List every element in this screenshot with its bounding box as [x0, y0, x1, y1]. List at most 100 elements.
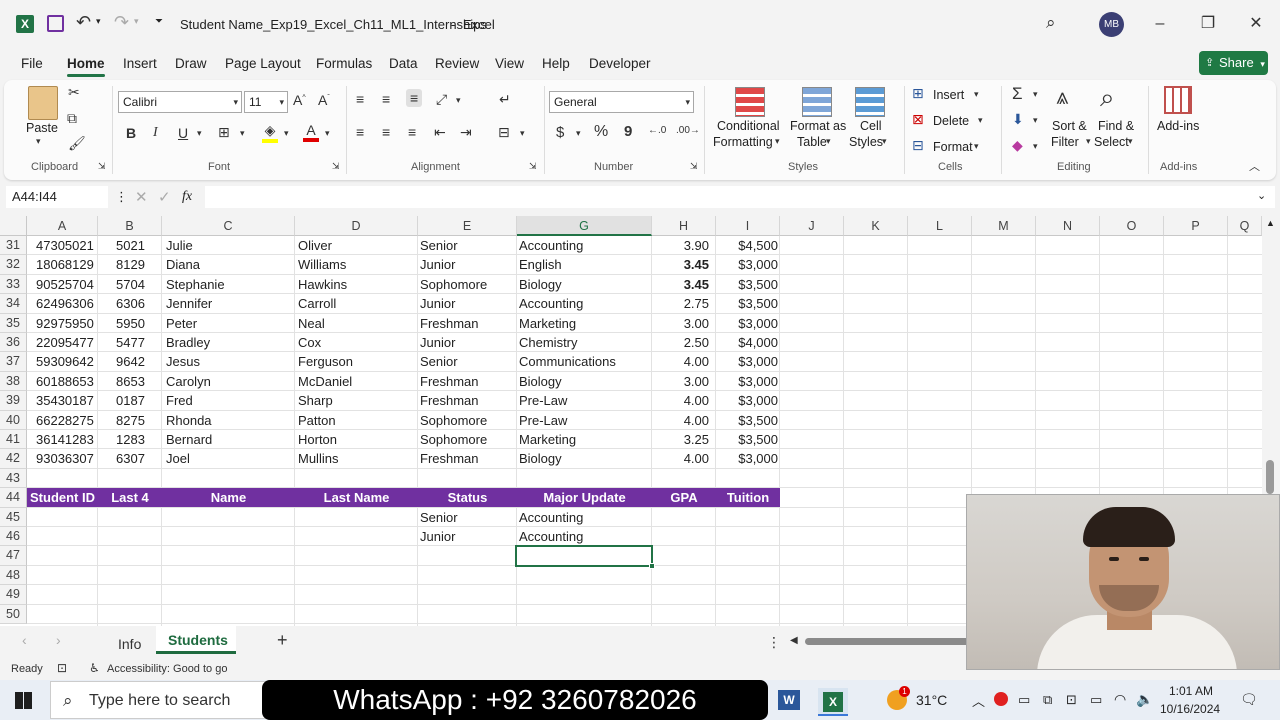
- select-all-corner[interactable]: [0, 216, 27, 236]
- table-cell[interactable]: 62496306: [36, 294, 94, 313]
- customize-toolbar-icon[interactable]: ⏷: [155, 16, 163, 27]
- table-cell[interactable]: 8275: [116, 411, 156, 430]
- volume-icon[interactable]: 🔈: [1136, 691, 1153, 708]
- table-cell[interactable]: $3,000: [716, 449, 778, 468]
- sheet-options-icon[interactable]: ⋮: [767, 634, 781, 651]
- table-cell[interactable]: Freshman: [420, 314, 515, 333]
- table-cell[interactable]: Fred: [166, 391, 291, 410]
- criteria-cell[interactable]: Junior: [420, 527, 515, 546]
- conditional-formatting-label-2[interactable]: Formatting: [713, 135, 773, 149]
- user-avatar[interactable]: MB: [1099, 12, 1124, 37]
- table-cell[interactable]: Rhonda: [166, 411, 291, 430]
- table-cell[interactable]: $3,500: [716, 411, 778, 430]
- table-cell[interactable]: $3,500: [716, 430, 778, 449]
- orientation-dropdown-icon[interactable]: ▾: [456, 95, 461, 106]
- criteria-header-cell[interactable]: Major Update: [517, 488, 652, 507]
- table-cell[interactable]: 59309642: [36, 352, 94, 371]
- table-cell[interactable]: $4,000: [716, 333, 778, 352]
- row-header[interactable]: 42: [0, 449, 27, 469]
- table-cell[interactable]: 2.75: [652, 294, 709, 313]
- tab-home[interactable]: Home: [67, 56, 105, 77]
- table-cell[interactable]: Biology: [519, 372, 649, 391]
- cell-styles-icon[interactable]: [855, 87, 885, 117]
- table-cell[interactable]: Sophomore: [420, 411, 515, 430]
- wrap-text-icon[interactable]: ↵: [499, 91, 511, 108]
- font-color-icon[interactable]: A: [303, 122, 319, 142]
- underline-button[interactable]: U: [178, 125, 188, 141]
- table-cell[interactable]: Marketing: [519, 314, 649, 333]
- table-cell[interactable]: 36141283: [36, 430, 94, 449]
- table-cell[interactable]: 22095477: [36, 333, 94, 352]
- table-cell[interactable]: McDaniel: [298, 372, 413, 391]
- autosum-icon[interactable]: Σ: [1012, 84, 1023, 104]
- column-header-c[interactable]: C: [162, 216, 295, 236]
- table-cell[interactable]: Bernard: [166, 430, 291, 449]
- table-cell[interactable]: Accounting: [519, 294, 649, 313]
- tab-draw[interactable]: Draw: [175, 56, 207, 71]
- table-cell[interactable]: 92975950: [36, 314, 94, 333]
- undo-icon[interactable]: ↶: [76, 12, 91, 33]
- table-cell[interactable]: Freshman: [420, 391, 515, 410]
- tab-view[interactable]: View: [495, 56, 524, 71]
- column-header-h[interactable]: H: [652, 216, 716, 236]
- table-cell[interactable]: Williams: [298, 255, 413, 274]
- merge-center-icon[interactable]: ⊟: [498, 124, 510, 141]
- find-select-label-2[interactable]: Select: [1094, 135, 1129, 149]
- table-cell[interactable]: Junior: [420, 255, 515, 274]
- number-format-select[interactable]: General ▾: [549, 91, 694, 113]
- close-button[interactable]: ✕: [1242, 12, 1270, 36]
- table-cell[interactable]: Junior: [420, 294, 515, 313]
- row-header[interactable]: 33: [0, 274, 27, 295]
- cancel-entry-icon[interactable]: ✕: [135, 188, 148, 206]
- decrease-font-icon[interactable]: Aˇ: [318, 92, 330, 108]
- name-box[interactable]: A44:I44: [6, 186, 108, 208]
- align-right-icon[interactable]: ≡: [408, 124, 416, 140]
- table-cell[interactable]: Neal: [298, 314, 413, 333]
- number-launcher-icon[interactable]: ⇲: [690, 161, 698, 172]
- align-left-icon[interactable]: ≡: [356, 124, 364, 140]
- tab-data[interactable]: Data: [389, 56, 418, 71]
- underline-dropdown-icon[interactable]: ▾: [197, 128, 202, 139]
- row-header[interactable]: 46: [0, 527, 27, 547]
- row-header[interactable]: 36: [0, 333, 27, 353]
- table-cell[interactable]: Jesus: [166, 352, 291, 371]
- table-cell[interactable]: 8129: [116, 255, 156, 274]
- tab-file[interactable]: File: [21, 56, 43, 71]
- scroll-up-icon[interactable]: ▲: [1266, 218, 1275, 228]
- table-cell[interactable]: 3.00: [652, 314, 709, 333]
- row-header[interactable]: 40: [0, 410, 27, 430]
- add-ins-button[interactable]: Add-ins: [1157, 119, 1199, 133]
- criteria-header-cell[interactable]: Last Name: [295, 488, 418, 507]
- format-cells-button[interactable]: Format: [933, 140, 973, 154]
- excel-taskbar-icon[interactable]: X: [818, 688, 848, 716]
- table-cell[interactable]: 5950: [116, 314, 156, 333]
- table-cell[interactable]: $3,000: [716, 372, 778, 391]
- copy-icon[interactable]: ⧉: [67, 110, 77, 127]
- align-middle-icon[interactable]: ≡: [382, 91, 390, 107]
- row-header[interactable]: 37: [0, 352, 27, 372]
- row-header[interactable]: 34: [0, 294, 27, 314]
- table-cell[interactable]: Ferguson: [298, 352, 413, 371]
- table-cell[interactable]: 8653: [116, 372, 156, 391]
- alignment-launcher-icon[interactable]: ⇲: [529, 161, 537, 172]
- accounting-dropdown-icon[interactable]: ▾: [576, 128, 581, 139]
- table-cell[interactable]: Diana: [166, 255, 291, 274]
- row-header[interactable]: 31: [0, 236, 27, 256]
- table-cell[interactable]: 2.50: [652, 333, 709, 352]
- clear-dropdown-icon[interactable]: ▾: [1033, 141, 1038, 152]
- table-cell[interactable]: Biology: [519, 275, 649, 294]
- maximize-button[interactable]: ❐: [1194, 12, 1222, 36]
- row-header[interactable]: 50: [0, 604, 27, 624]
- paste-button[interactable]: Paste: [26, 121, 58, 135]
- table-cell[interactable]: 47305021: [36, 236, 94, 255]
- tray-icon-2[interactable]: ⧉: [1043, 692, 1052, 708]
- criteria-header-cell[interactable]: Student ID: [27, 488, 98, 507]
- table-cell[interactable]: Julie: [166, 236, 291, 255]
- row-header[interactable]: 38: [0, 371, 27, 392]
- table-cell[interactable]: Patton: [298, 411, 413, 430]
- table-cell[interactable]: 90525704: [36, 275, 94, 294]
- row-header[interactable]: 39: [0, 391, 27, 411]
- decrease-decimal-icon[interactable]: .00→: [676, 125, 700, 136]
- table-cell[interactable]: Oliver: [298, 236, 413, 255]
- column-header-m[interactable]: M: [972, 216, 1036, 236]
